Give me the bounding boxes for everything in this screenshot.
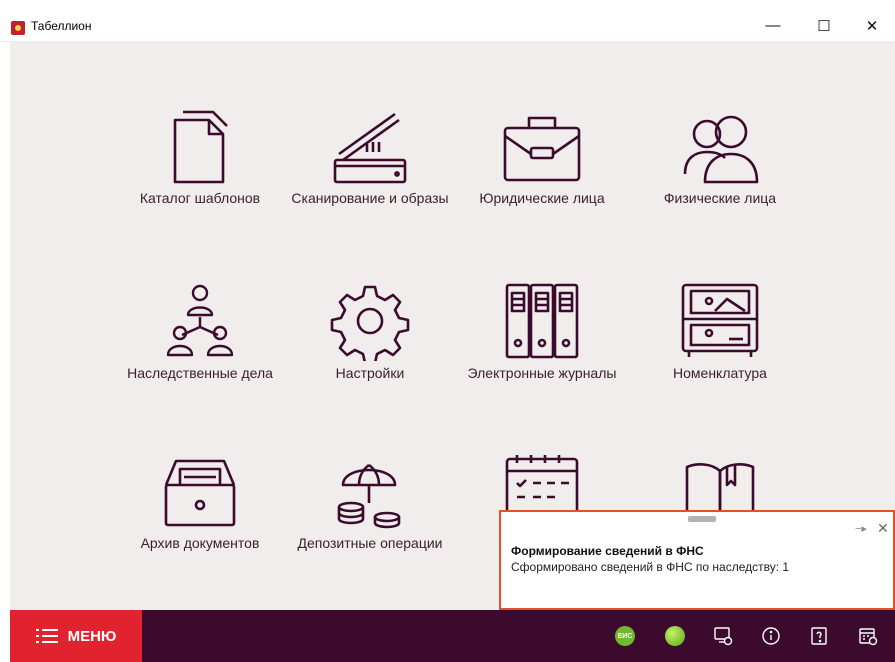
menu-label: МЕНЮ [67, 627, 117, 645]
info-icon [762, 627, 780, 645]
cabinet-icon [681, 283, 759, 357]
briefcase-icon [503, 116, 581, 182]
umbrella-coins-icon [337, 463, 401, 529]
notification-title: Формирование сведений в ФНС [511, 544, 704, 558]
pin-icon[interactable]: −▸ [855, 522, 867, 535]
help-button[interactable] [806, 623, 832, 649]
tile-legal-entities[interactable]: Юридические лица [462, 106, 622, 276]
calendar-clock-icon [859, 628, 878, 646]
toast-close-icon[interactable]: ✕ [877, 520, 889, 537]
tile-settings[interactable]: Настройки [290, 281, 450, 451]
document-icon [173, 110, 228, 184]
help-icon [811, 627, 827, 645]
toast-drag-handle[interactable] [688, 516, 716, 522]
tile-individuals[interactable]: Физические лица [640, 106, 800, 276]
tile-label: Настройки [335, 365, 405, 381]
title-bar: Табеллион — ☐ ✕ [0, 0, 895, 42]
app-logo-icon [11, 21, 25, 35]
window-title: Табеллион [31, 19, 92, 33]
tile-scanning[interactable]: Сканирование и образы [290, 106, 450, 276]
eis-status[interactable]: ЕИС [612, 623, 638, 649]
maximize-button[interactable]: ☐ [801, 10, 847, 41]
tile-label: Каталог шаблонов [139, 190, 261, 206]
tile-label: Физические лица [663, 190, 777, 206]
tile-electronic-journals[interactable]: Электронные журналы [462, 281, 622, 451]
menu-button[interactable]: МЕНЮ [10, 610, 142, 662]
close-button[interactable]: ✕ [849, 10, 895, 41]
binders-icon [505, 283, 579, 359]
tile-nomenclature[interactable]: Номенклатура [640, 281, 800, 451]
tile-catalog-templates[interactable]: Каталог шаблонов [120, 106, 280, 276]
gear-icon [330, 285, 410, 361]
people-icon [683, 115, 759, 184]
tile-inheritance-cases[interactable]: Наследственные дела [120, 281, 280, 451]
tile-label: Сканирование и образы [291, 190, 449, 206]
tile-label: Номенклатура [673, 365, 767, 381]
hierarchy-people-icon [166, 284, 234, 357]
eis-badge-icon: ЕИС [615, 626, 635, 646]
tile-label: Наследственные дела [127, 365, 273, 381]
scanner-icon [333, 112, 407, 184]
notification-text: Сформировано сведений в ФНС по наследств… [511, 560, 790, 574]
remote-screen-icon [714, 627, 733, 646]
tile-deposit-operations[interactable]: Депозитные операции [290, 451, 450, 621]
calendar-clock-button[interactable] [855, 623, 881, 649]
status-green-icon [665, 626, 685, 646]
tile-document-archive[interactable]: Архив документов [120, 451, 280, 621]
tile-label: Юридические лица [479, 190, 605, 206]
notification-toast[interactable]: −▸ ✕ Формирование сведений в ФНС Сформир… [499, 510, 895, 610]
bottom-bar: МЕНЮ ЕИС [10, 610, 895, 662]
tile-label: Электронные журналы [467, 365, 617, 381]
menu-list-icon [35, 629, 58, 643]
connection-status[interactable] [662, 623, 688, 649]
remote-screen-button[interactable] [710, 623, 736, 649]
minimize-button[interactable]: — [750, 10, 796, 41]
tile-label: Архив документов [140, 535, 260, 551]
archive-box-icon [164, 459, 236, 527]
info-button[interactable] [758, 623, 784, 649]
tile-label: Депозитные операции [297, 535, 443, 551]
